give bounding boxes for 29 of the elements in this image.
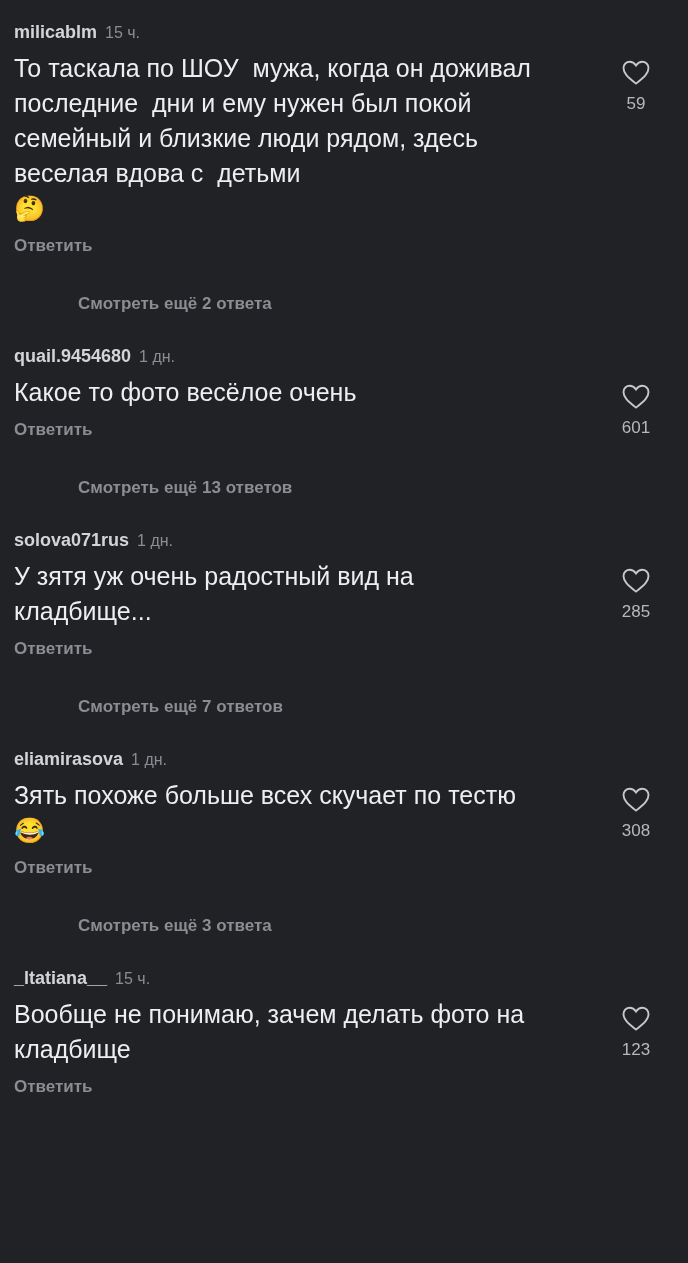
like-count: 59	[626, 94, 646, 114]
username[interactable]: quail.9454680	[14, 346, 132, 367]
view-replies-link[interactable]: Смотреть ещё 7 ответов	[78, 697, 283, 717]
like-count: 285	[621, 602, 651, 622]
username[interactable]: solova071rus	[14, 530, 130, 551]
username[interactable]: _ltatiana__	[14, 968, 108, 989]
reply-link[interactable]: Ответить	[14, 639, 93, 659]
view-replies-link[interactable]: Смотреть ещё 3 ответа	[78, 916, 272, 936]
timestamp: 1 дн.	[131, 751, 168, 769]
comment-text: Какое то фото весёлое очень	[14, 378, 357, 406]
like-count: 123	[621, 1040, 651, 1060]
view-replies-link[interactable]: Смотреть ещё 2 ответа	[78, 294, 272, 314]
like-count: 308	[621, 821, 651, 841]
reply-link[interactable]: Ответить	[14, 420, 93, 440]
comment-text: У зятя уж очень радостный вид на кладбище...	[14, 562, 415, 625]
username[interactable]: eliamirasova	[14, 749, 124, 770]
view-replies-link[interactable]: Смотреть ещё 13 ответов	[78, 478, 293, 498]
timestamp: 1 дн.	[137, 532, 174, 550]
reply-link[interactable]: Ответить	[14, 1077, 93, 1097]
timestamp: 1 дн.	[139, 348, 176, 366]
like-count: 601	[621, 418, 651, 438]
reply-link[interactable]: Ответить	[14, 236, 93, 256]
comment-text: То таскала по ШОУ мужа, когда он доживал последние дни и ему нужен был покой семейный и близкие люди рядом, здесь веселая вдова с детьми 🤔	[14, 54, 532, 222]
comment-text: Зять похоже больше всех скучает по тестю😂	[14, 781, 516, 844]
timestamp: 15 ч.	[115, 970, 151, 988]
timestamp: 15 ч.	[105, 24, 141, 42]
reply-link[interactable]: Ответить	[14, 858, 93, 878]
comment-text: Вообще не понимаю, зачем делать фото на кладбище	[14, 1000, 526, 1063]
username[interactable]: milicablm	[14, 22, 98, 43]
